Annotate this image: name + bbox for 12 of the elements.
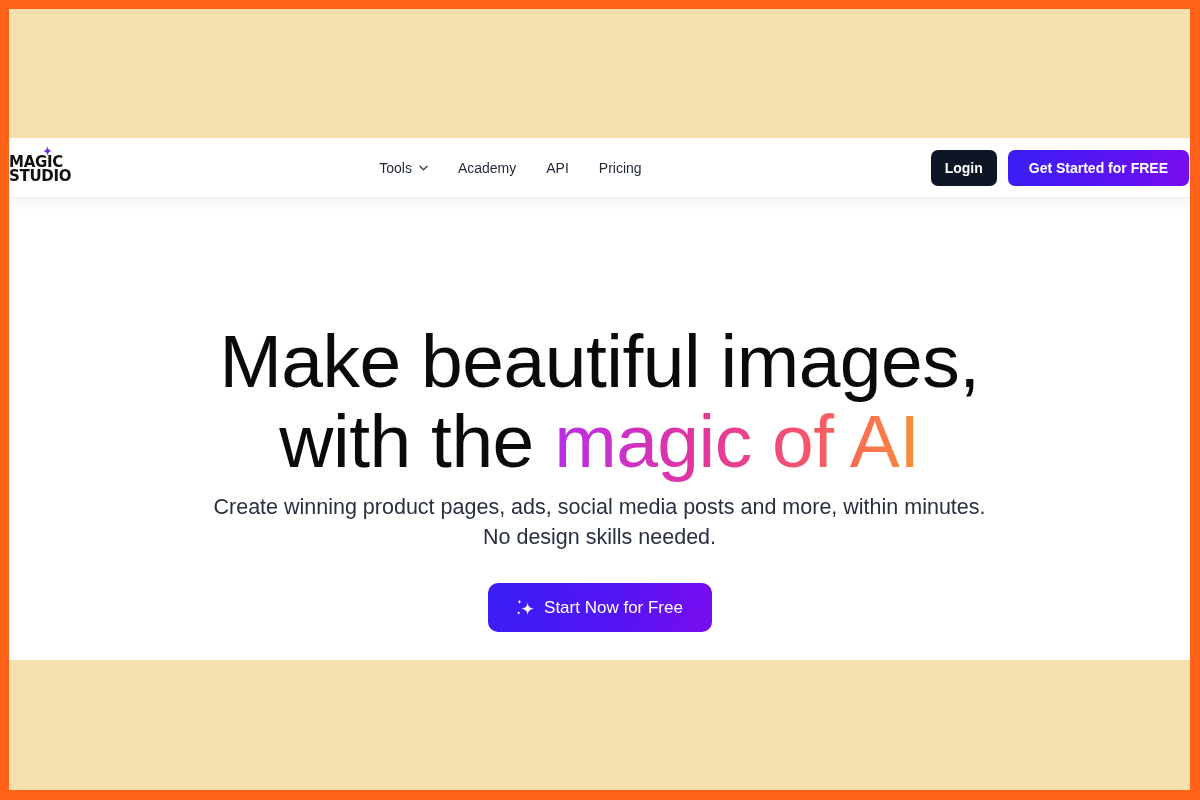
get-started-button[interactable]: Get Started for FREE: [1007, 149, 1189, 186]
nav-link[interactable]: API: [546, 159, 569, 176]
nav-link[interactable]: Pricing: [598, 159, 642, 176]
nav-dropdown[interactable]: Tools: [379, 159, 428, 176]
subtitle: Create winning product pages, ads, social media posts and more, within minutes. No design skills needed.: [213, 494, 986, 551]
headline: Make beautiful images, with the magic of AI: [218, 321, 981, 481]
nav-link[interactable]: Academy: [457, 159, 517, 176]
login-button[interactable]: Login: [930, 149, 997, 186]
chevron-down-icon: [418, 164, 428, 171]
start-now-button[interactable]: Start Now for Free: [487, 583, 712, 632]
sparkle-icon: [43, 145, 52, 156]
logo-wordmark[interactable]: MAGIC STUDIO: [9, 154, 72, 183]
